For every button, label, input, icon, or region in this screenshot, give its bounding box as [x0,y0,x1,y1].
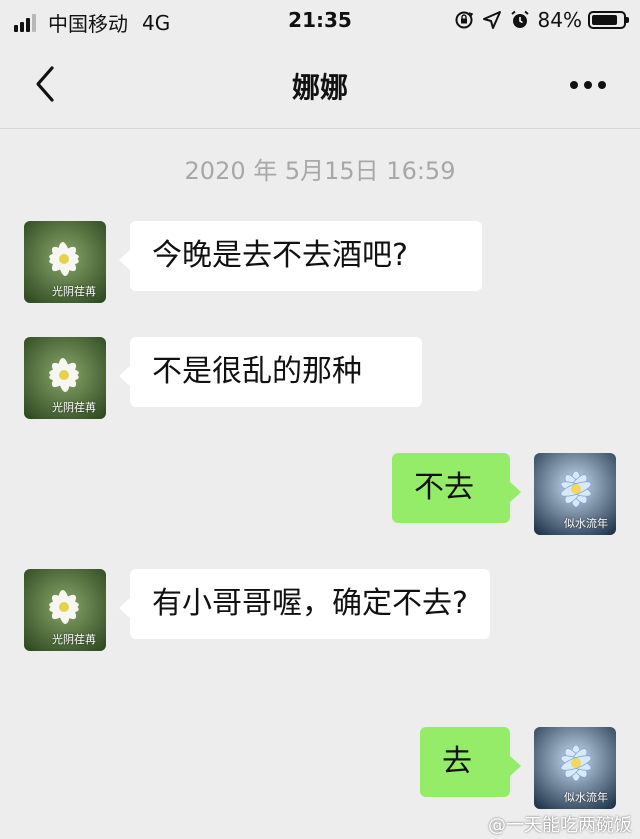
outgoing-message-bubble[interactable]: 去 [420,727,521,797]
more-button[interactable] [566,70,610,100]
message-text: 不去 [414,470,474,505]
rotation-lock-icon [454,10,474,30]
incoming-message-bubble[interactable]: 今晚是去不去酒吧? [119,221,482,291]
avatar-caption: 光阴荏苒 [52,633,96,646]
contact-avatar[interactable]: 光阴荏苒 [24,569,106,651]
watermark-text: @一天能吃两碗饭 [488,815,632,836]
message-list[interactable]: 2020 年 5月15日 16:59 光阴荏苒 今晚是去不去酒吧? 光阴荏苒 不… [0,129,640,839]
message-timestamp: 2020 年 5月15日 16:59 [184,157,456,185]
avatar-caption: 光阴荏苒 [52,285,96,298]
contact-avatar[interactable]: 光阴荏苒 [24,221,106,303]
outgoing-message-bubble[interactable]: 不去 [392,453,521,523]
alarm-icon [510,10,530,30]
location-icon [482,10,502,30]
more-dots-icon [570,81,606,89]
battery-icon [588,11,629,29]
incoming-message-bubble[interactable]: 不是很乱的那种 [119,337,422,407]
message-text: 不是很乱的那种 [152,354,362,389]
my-avatar[interactable]: 似水流年 [534,727,616,809]
message-text: 有小哥哥喔，确定不去? [152,586,468,621]
my-avatar[interactable]: 似水流年 [534,453,616,535]
status-right: 84% [446,8,629,32]
contact-avatar[interactable]: 光阴荏苒 [24,337,106,419]
battery-percent: 84% [537,8,582,32]
message-text: 去 [442,744,472,779]
avatar-caption: 似水流年 [564,517,608,530]
message-text: 今晚是去不去酒吧? [152,238,408,273]
chat-title: 娜娜 [291,71,348,104]
battery-fill [592,15,618,25]
avatar-caption: 似水流年 [564,791,608,804]
chat-header: 娜娜 [0,42,640,129]
status-bar: 中国移动 4G 21:35 84% [0,0,640,42]
incoming-message-bubble[interactable]: 有小哥哥喔，确定不去? [119,569,490,639]
avatar-caption: 光阴荏苒 [52,401,96,414]
